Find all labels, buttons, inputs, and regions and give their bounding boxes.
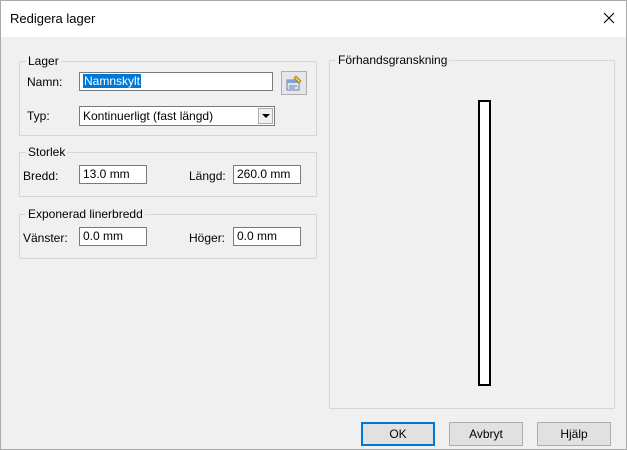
length-input[interactable]: 260.0 mm: [233, 165, 301, 184]
preview-group: Förhandsgranskning: [329, 53, 615, 409]
layer-properties-button[interactable]: [281, 71, 307, 95]
chevron-down-icon: [261, 113, 270, 118]
name-input[interactable]: Namnskylt: [79, 72, 273, 91]
right-input[interactable]: 0.0 mm: [233, 227, 301, 246]
left-input[interactable]: 0.0 mm: [79, 227, 147, 246]
layer-preview-shape: [478, 100, 491, 386]
right-label: Höger:: [189, 231, 226, 245]
ok-button[interactable]: OK: [361, 422, 435, 446]
size-group-label: Storlek: [26, 145, 68, 159]
name-label: Namn:: [27, 75, 63, 89]
width-input-value: 13.0 mm: [83, 167, 130, 181]
left-label: Vänster:: [23, 231, 68, 245]
name-input-value: Namnskylt: [83, 74, 142, 88]
type-select-value: Kontinuerligt (fast längd): [83, 109, 214, 123]
length-label: Längd:: [189, 169, 226, 183]
cancel-button[interactable]: Avbryt: [449, 422, 523, 446]
left-input-value: 0.0 mm: [83, 229, 124, 243]
edit-layer-dialog: Redigera lager Lager Namn: Namnskylt Typ…: [0, 0, 627, 450]
properties-icon: [286, 75, 302, 91]
right-input-value: 0.0 mm: [237, 229, 278, 243]
length-input-value: 260.0 mm: [237, 167, 291, 181]
title-bar: Redigera lager: [1, 1, 626, 37]
type-select[interactable]: Kontinuerligt (fast längd): [79, 106, 275, 126]
width-label: Bredd:: [23, 169, 59, 183]
preview-group-label: Förhandsgranskning: [336, 53, 450, 67]
type-dropdown-button[interactable]: [258, 108, 273, 124]
help-button[interactable]: Hjälp: [537, 422, 611, 446]
close-icon: [603, 12, 615, 24]
exposed-liner-group-label: Exponerad linerbredd: [26, 207, 145, 221]
width-input[interactable]: 13.0 mm: [79, 165, 147, 184]
dialog-title: Redigera lager: [10, 11, 96, 26]
close-button[interactable]: [598, 7, 620, 29]
layer-group-label: Lager: [26, 54, 61, 68]
type-label: Typ:: [27, 109, 50, 123]
